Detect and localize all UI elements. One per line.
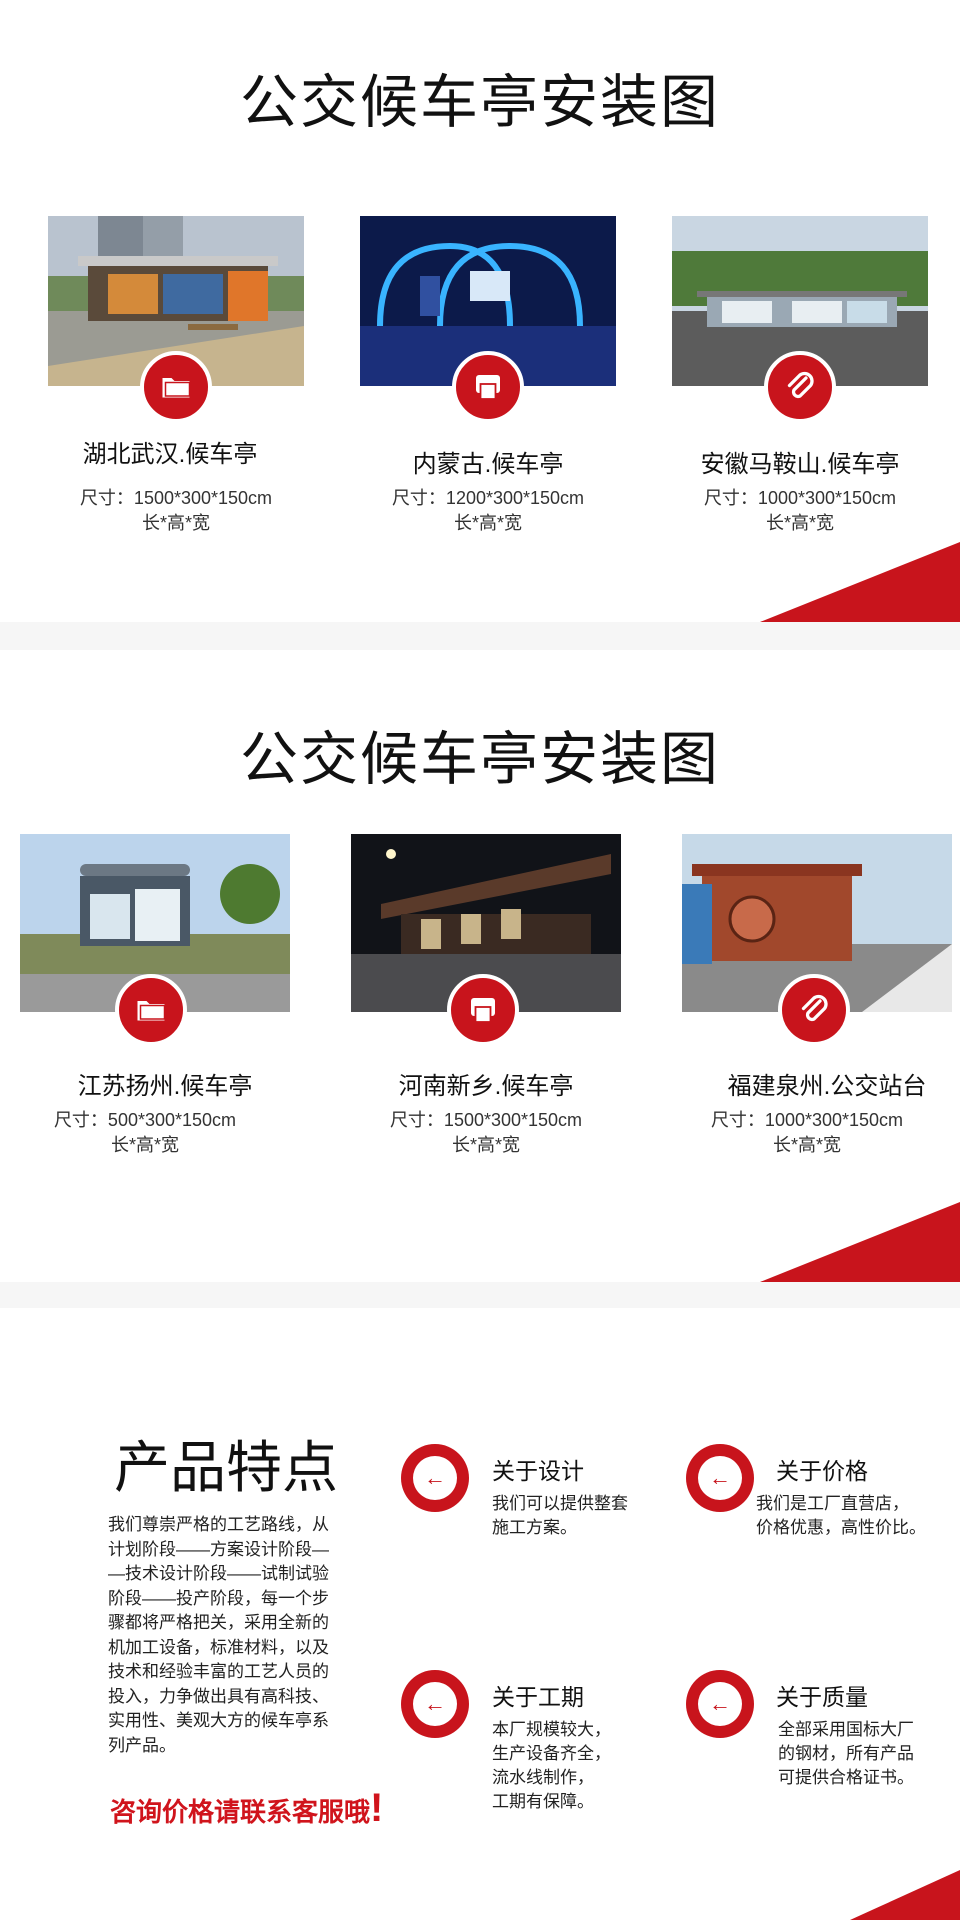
feature-title: 关于价格 <box>776 1458 868 1484</box>
badge <box>447 974 519 1046</box>
card-dimensions: 长*高*宽 <box>110 1135 179 1155</box>
card-location: 河南新乡.候车亭 <box>398 1073 574 1100</box>
card-size: 尺寸：1000*300*150cm <box>703 488 897 508</box>
printer-icon <box>476 375 500 400</box>
desc-line: 计划阶段——方案设计阶段— <box>108 1539 329 1559</box>
arrow-left-icon: ← <box>698 1682 742 1726</box>
desc-line: 骤都将严格把关，采用全新的 <box>108 1613 329 1632</box>
section-title: 公交候车亭安装图 <box>239 68 720 136</box>
desc-line: 实用性、美观大方的候车亭系 <box>108 1711 329 1730</box>
paperclip-icon <box>801 994 828 1022</box>
card-location: 安徽马鞍山.候车亭 <box>700 451 900 478</box>
corner-decoration <box>850 1870 960 1920</box>
folder-icon <box>137 1001 166 1021</box>
card-size: 尺寸：1000*300*150cm <box>710 1110 904 1130</box>
desc-line: 投入，力争做出具有高科技、 <box>108 1686 329 1706</box>
card-location: 内蒙古.候车亭 <box>412 451 564 478</box>
feature-text: 我们可以提供整套 施工方案。 <box>492 1494 628 1537</box>
features-description: 我们尊崇严格的工艺路线，从 计划阶段——方案设计阶段— —技术设计阶段——试制试… <box>108 1513 370 1758</box>
feature-badge: ← <box>401 1444 469 1512</box>
desc-line: —技术设计阶段——试制试验 <box>108 1564 329 1583</box>
feature-title: 关于设计 <box>492 1458 584 1484</box>
features-title: 产品特点 <box>114 1436 338 1501</box>
card-location: 湖北武汉.候车亭 <box>82 441 258 468</box>
feature-badge: ← <box>686 1670 754 1738</box>
desc-line: 我们尊崇严格的工艺路线，从 <box>108 1515 329 1534</box>
badge <box>140 351 212 423</box>
corner-decoration <box>760 1202 960 1282</box>
card-size: 尺寸：500*300*150cm <box>53 1110 237 1130</box>
gallery-section-1: 公交候车亭安装图 湖北武汉.候车亭 尺寸：1500*300*150cm 长*高*… <box>0 0 960 622</box>
features-section: 产品特点 我们尊崇严格的工艺路线，从 计划阶段——方案设计阶段— —技术设计阶段… <box>0 1308 960 1920</box>
badge <box>778 974 850 1046</box>
badge <box>115 974 187 1046</box>
printer-icon <box>471 998 495 1023</box>
section-title: 公交候车亭安装图 <box>239 725 720 793</box>
card-size: 尺寸：1200*300*150cm <box>391 488 585 508</box>
arrow-left-icon: ← <box>698 1456 742 1500</box>
feature-badge: ← <box>686 1444 754 1512</box>
card-size: 尺寸：1500*300*150cm <box>79 488 273 508</box>
desc-line: 列产品。 <box>108 1735 176 1755</box>
desc-line: 技术和经验丰富的工艺人员的 <box>108 1662 329 1681</box>
card-dimensions: 长*高*宽 <box>451 1135 520 1155</box>
folder-icon <box>162 378 191 398</box>
feature-text: 本厂规模较大， 生产设备齐全， 流水线制作， 工期有保障。 <box>492 1720 611 1811</box>
feature-title: 关于质量 <box>776 1684 868 1710</box>
arrow-left-icon: ← <box>413 1456 457 1500</box>
feature-badge: ← <box>401 1670 469 1738</box>
badge <box>764 351 836 423</box>
cta-text: 咨询价格请联系客服哦 <box>110 1797 371 1827</box>
corner-decoration <box>760 542 960 622</box>
feature-title: 关于工期 <box>492 1684 584 1710</box>
gallery-section-2: 公交候车亭安装图 江苏扬州.候车亭 尺寸：500*300*150cm 长*高*宽 <box>0 650 960 1282</box>
cta-exclamation: ! <box>370 1786 384 1830</box>
card-size: 尺寸：1500*300*150cm <box>389 1110 583 1130</box>
card-dimensions: 长*高*宽 <box>453 513 522 533</box>
desc-line: 机加工设备，标准材料，以及 <box>108 1637 329 1657</box>
card-location: 江苏扬州.候车亭 <box>77 1073 253 1100</box>
card-location: 福建泉州.公交站台 <box>727 1073 927 1100</box>
contact-cta[interactable]: 咨询价格请联系客服哦! <box>110 1786 383 1831</box>
arrow-left-icon: ← <box>413 1682 457 1726</box>
card-dimensions: 长*高*宽 <box>765 513 834 533</box>
card-dimensions: 长*高*宽 <box>772 1135 841 1155</box>
desc-line: 阶段——投产阶段，每一个步 <box>108 1588 329 1608</box>
feature-text: 全部采用国标大厂 的钢材，所有产品 可提供合格证书。 <box>778 1720 914 1787</box>
badge <box>452 351 524 423</box>
card-dimensions: 长*高*宽 <box>141 513 210 533</box>
paperclip-icon <box>787 371 814 399</box>
feature-text: 我们是工厂直营店， 价格优惠，高性价比。 <box>756 1494 926 1537</box>
